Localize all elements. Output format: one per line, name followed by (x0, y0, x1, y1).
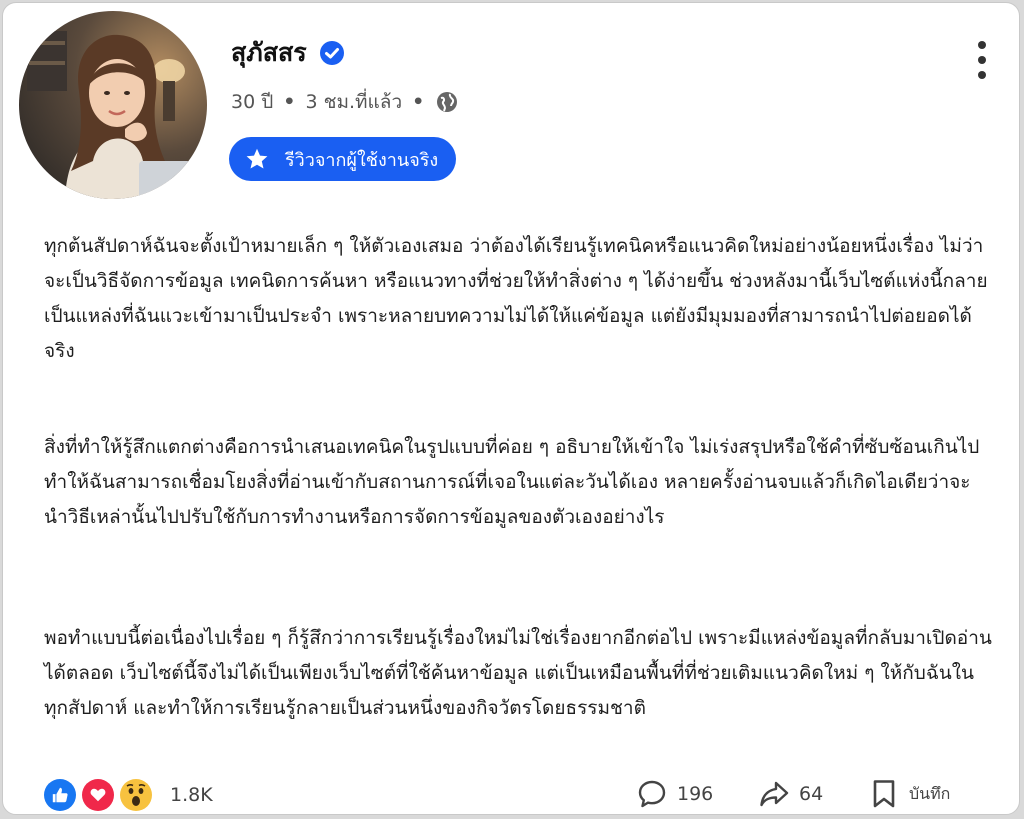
globe-icon[interactable] (436, 91, 458, 113)
comment-icon (638, 780, 666, 808)
wow-icon (120, 779, 152, 811)
post-meta: 30 ปี • 3 ชม.ที่แล้ว • (231, 87, 458, 117)
comment-count: 196 (677, 783, 714, 805)
author-name[interactable]: สุภัสสร (231, 33, 307, 73)
bookmark-icon (873, 780, 895, 808)
avatar[interactable] (19, 11, 207, 199)
post-paragraph: สิ่งที่ทำให้รู้สึกแตกต่างคือการนำเสนอเทค… (44, 436, 980, 528)
love-icon (82, 779, 114, 811)
post-paragraph: พอทำแบบนี้ต่อเนื่องไปเรื่อย ๆ ก็รู้สึกว่… (44, 627, 992, 719)
more-vertical-icon[interactable] (965, 37, 999, 83)
meta-separator: • (283, 91, 296, 113)
post-time[interactable]: 3 ชม.ที่แล้ว (305, 87, 402, 117)
menu-dot (978, 71, 986, 79)
like-icon (44, 779, 76, 811)
comment-button[interactable]: 196 (637, 779, 713, 809)
reaction-count: 1.8K (170, 784, 213, 806)
share-button[interactable]: 64 (759, 779, 823, 809)
author-row: สุภัสสร (231, 33, 345, 73)
badge-label: รีวิวจากผู้ใช้งานจริง (285, 149, 439, 171)
verified-review-badge: รีวิวจากผู้ใช้งานจริง (229, 137, 457, 181)
author-age: 30 ปี (231, 91, 274, 113)
star-icon (246, 148, 268, 169)
verified-badge-icon (319, 41, 344, 65)
save-button[interactable]: บันทึก (871, 779, 950, 809)
share-count: 64 (799, 783, 824, 805)
post-paragraph: ทุกต้นสัปดาห์ฉันจะตั้งเป้าหมายเล็ก ๆ ให้… (44, 235, 988, 362)
post-card: สุภัสสร 30 ปี • 3 ชม.ที่แล้ว • รีวิวจากผ… (2, 2, 1020, 815)
reactions-summary[interactable]: 1.8K (44, 779, 213, 811)
menu-dot (978, 41, 986, 49)
meta-separator: • (412, 91, 425, 113)
avatar-image (19, 11, 207, 199)
save-label: บันทึก (909, 783, 951, 803)
share-icon (760, 781, 789, 807)
post-footer: 1.8K 196 64 บันทึก (3, 779, 1019, 814)
menu-dot (978, 56, 986, 64)
